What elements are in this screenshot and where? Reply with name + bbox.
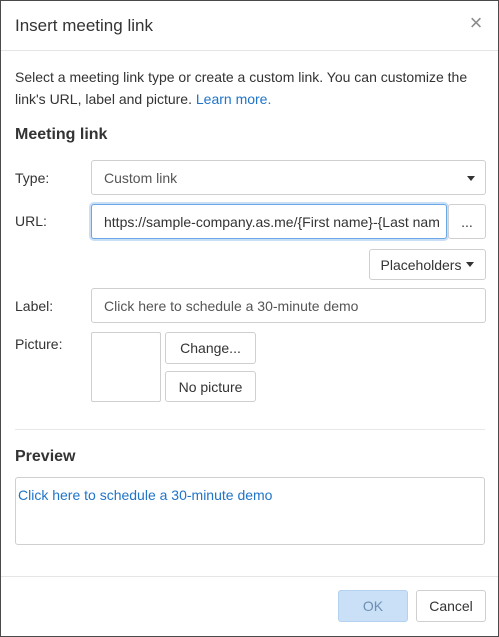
placeholders-button-label: Placeholders xyxy=(380,256,462,273)
placeholders-dropdown-button[interactable]: Placeholders xyxy=(369,249,486,280)
dialog-title: Insert meeting link xyxy=(15,16,153,35)
insert-meeting-link-dialog: Insert meeting link × Select a meeting l… xyxy=(0,0,499,637)
picture-preview xyxy=(91,332,161,402)
footer-divider xyxy=(1,576,498,577)
url-input-value: https://sample-company.as.me/{First name… xyxy=(104,213,440,230)
preview-link[interactable]: Click here to schedule a 30-minute demo xyxy=(18,487,272,503)
label-input-value: Click here to schedule a 30-minute demo xyxy=(104,297,359,314)
preview-section-title: Preview xyxy=(15,448,76,465)
label-input[interactable]: Click here to schedule a 30-minute demo xyxy=(91,288,486,323)
ellipsis-icon: ... xyxy=(461,213,473,230)
preview-box: Click here to schedule a 30-minute demo xyxy=(15,477,485,545)
cancel-button[interactable]: Cancel xyxy=(416,590,486,622)
url-input[interactable]: https://sample-company.as.me/{First name… xyxy=(91,204,447,239)
caret-down-icon xyxy=(466,262,475,267)
no-picture-button[interactable]: No picture xyxy=(165,371,256,402)
url-insert-button[interactable]: ... xyxy=(448,204,486,239)
dialog-header: Insert meeting link × xyxy=(1,1,498,51)
ok-button[interactable]: OK xyxy=(338,590,408,622)
close-icon[interactable]: × xyxy=(466,12,486,35)
type-select-value: Custom link xyxy=(104,169,178,186)
url-label: URL: xyxy=(15,213,47,229)
picture-label: Picture: xyxy=(15,336,63,352)
change-picture-button[interactable]: Change... xyxy=(165,332,256,364)
label-label: Label: xyxy=(15,298,54,314)
intro-text-block: Select a meeting link type or create a c… xyxy=(15,66,483,110)
learn-more-link[interactable]: Learn more. xyxy=(196,91,271,107)
type-select[interactable]: Custom link xyxy=(91,160,486,195)
chevron-down-icon xyxy=(467,176,475,181)
section-divider xyxy=(15,429,485,430)
meeting-link-section-title: Meeting link xyxy=(15,126,108,143)
type-label: Type: xyxy=(15,170,50,186)
